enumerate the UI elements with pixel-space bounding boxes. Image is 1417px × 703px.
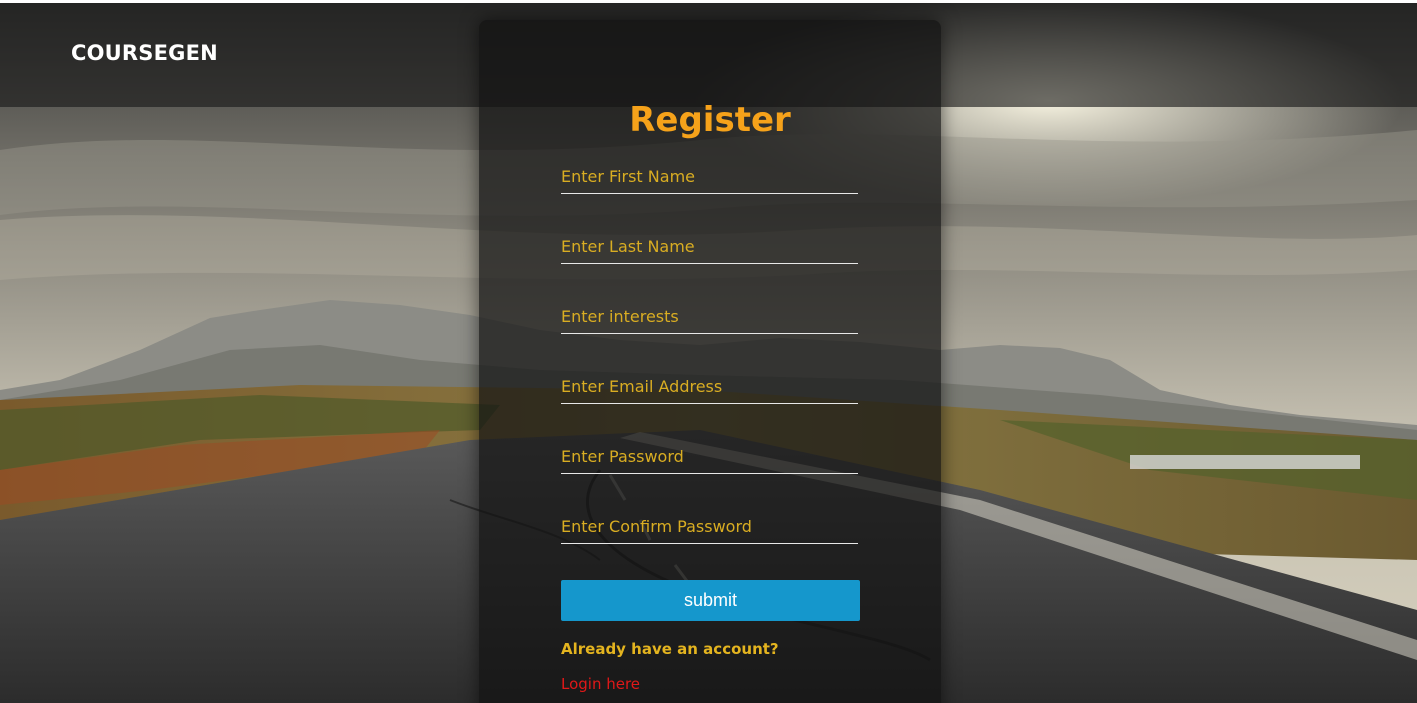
email-input[interactable] <box>561 370 858 404</box>
register-form: Register submit Already have an account?… <box>479 20 941 703</box>
first-name-input[interactable] <box>561 160 858 194</box>
password-input[interactable] <box>561 440 858 474</box>
confirm-password-input[interactable] <box>561 510 858 544</box>
login-here-link[interactable]: Login here <box>561 675 640 693</box>
already-have-account-text: Already have an account? <box>561 640 779 658</box>
submit-button[interactable]: submit <box>561 580 860 621</box>
last-name-input[interactable] <box>561 230 858 264</box>
page: COURSEGEN Register submit Already have a… <box>0 0 1417 703</box>
interests-input[interactable] <box>561 300 858 334</box>
register-title: Register <box>629 100 791 140</box>
brand-logo[interactable]: COURSEGEN <box>71 41 218 65</box>
